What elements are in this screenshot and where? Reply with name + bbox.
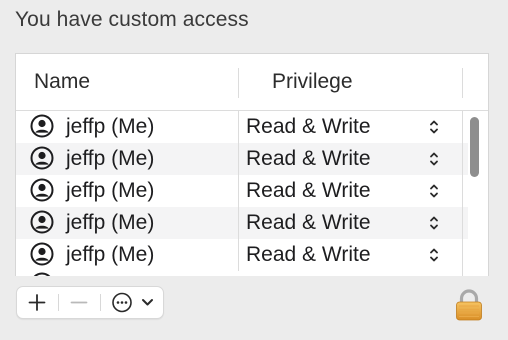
person-circle-icon	[30, 146, 54, 170]
privilege-value: Read & Write	[246, 211, 371, 234]
person-circle-icon	[30, 210, 54, 234]
privilege-popup[interactable]: Read & Write	[246, 175, 452, 207]
privilege-value: Read & Write	[246, 243, 371, 266]
column-header-name[interactable]: Name	[34, 70, 90, 94]
chevron-down-icon	[142, 299, 153, 306]
column-divider	[238, 175, 239, 207]
column-divider	[238, 239, 239, 271]
privilege-popup[interactable]: Read & Write	[246, 143, 452, 175]
add-user-button[interactable]	[17, 287, 57, 318]
table-row[interactable]: jeffp (Me) Read & Write	[16, 175, 468, 207]
privilege-value: Read & Write	[246, 179, 371, 202]
sharing-permissions-table: Name Privilege jeffp (Me) Read & Write j…	[15, 53, 489, 276]
ellipsis-circle-icon	[112, 292, 153, 313]
column-divider	[238, 68, 239, 98]
up-down-chevron-icon	[430, 216, 438, 230]
column-divider	[462, 111, 463, 276]
table-row[interactable]: jeffp (Me) Read & Write	[16, 207, 468, 239]
up-down-chevron-icon	[430, 184, 438, 198]
column-header-privilege[interactable]: Privilege	[272, 70, 353, 94]
column-divider	[238, 111, 239, 143]
table-row[interactable]: jeffp (Me) Read & Write	[16, 143, 468, 175]
user-name: jeffp (Me)	[66, 179, 155, 202]
column-divider	[238, 143, 239, 175]
table-row[interactable]: jeffp (Me) Read & Write	[16, 239, 468, 271]
table-rows: jeffp (Me) Read & Write jeffp (Me) Read …	[16, 111, 488, 271]
user-name: jeffp (Me)	[66, 147, 155, 170]
table-row[interactable]: jeffp (Me) Read & Write	[16, 111, 468, 143]
privilege-popup[interactable]: Read & Write	[246, 111, 452, 143]
plus-icon	[28, 294, 46, 311]
up-down-chevron-icon	[430, 152, 438, 166]
lock-icon[interactable]	[454, 288, 484, 322]
privilege-popup[interactable]: Read & Write	[246, 207, 452, 239]
person-circle-icon	[30, 178, 54, 202]
column-divider	[238, 207, 239, 239]
more-actions-menu-button[interactable]	[101, 287, 163, 318]
remove-user-button[interactable]	[59, 287, 99, 318]
privilege-value: Read & Write	[246, 147, 371, 170]
scrollbar-thumb[interactable]	[470, 117, 479, 177]
user-name: jeffp (Me)	[66, 115, 155, 138]
access-heading: You have custom access	[15, 8, 249, 31]
user-name: jeffp (Me)	[66, 211, 155, 234]
privilege-popup[interactable]: Read & Write	[246, 239, 452, 271]
table-action-bar	[16, 286, 164, 319]
person-circle-icon	[30, 242, 54, 266]
person-circle-icon	[30, 272, 54, 276]
column-divider	[462, 68, 463, 98]
person-circle-icon	[30, 114, 54, 138]
table-header: Name Privilege	[16, 54, 488, 111]
privilege-value: Read & Write	[246, 115, 371, 138]
minus-icon	[70, 301, 88, 304]
up-down-chevron-icon	[430, 120, 438, 134]
up-down-chevron-icon	[430, 248, 438, 262]
user-name: jeffp (Me)	[66, 243, 155, 266]
